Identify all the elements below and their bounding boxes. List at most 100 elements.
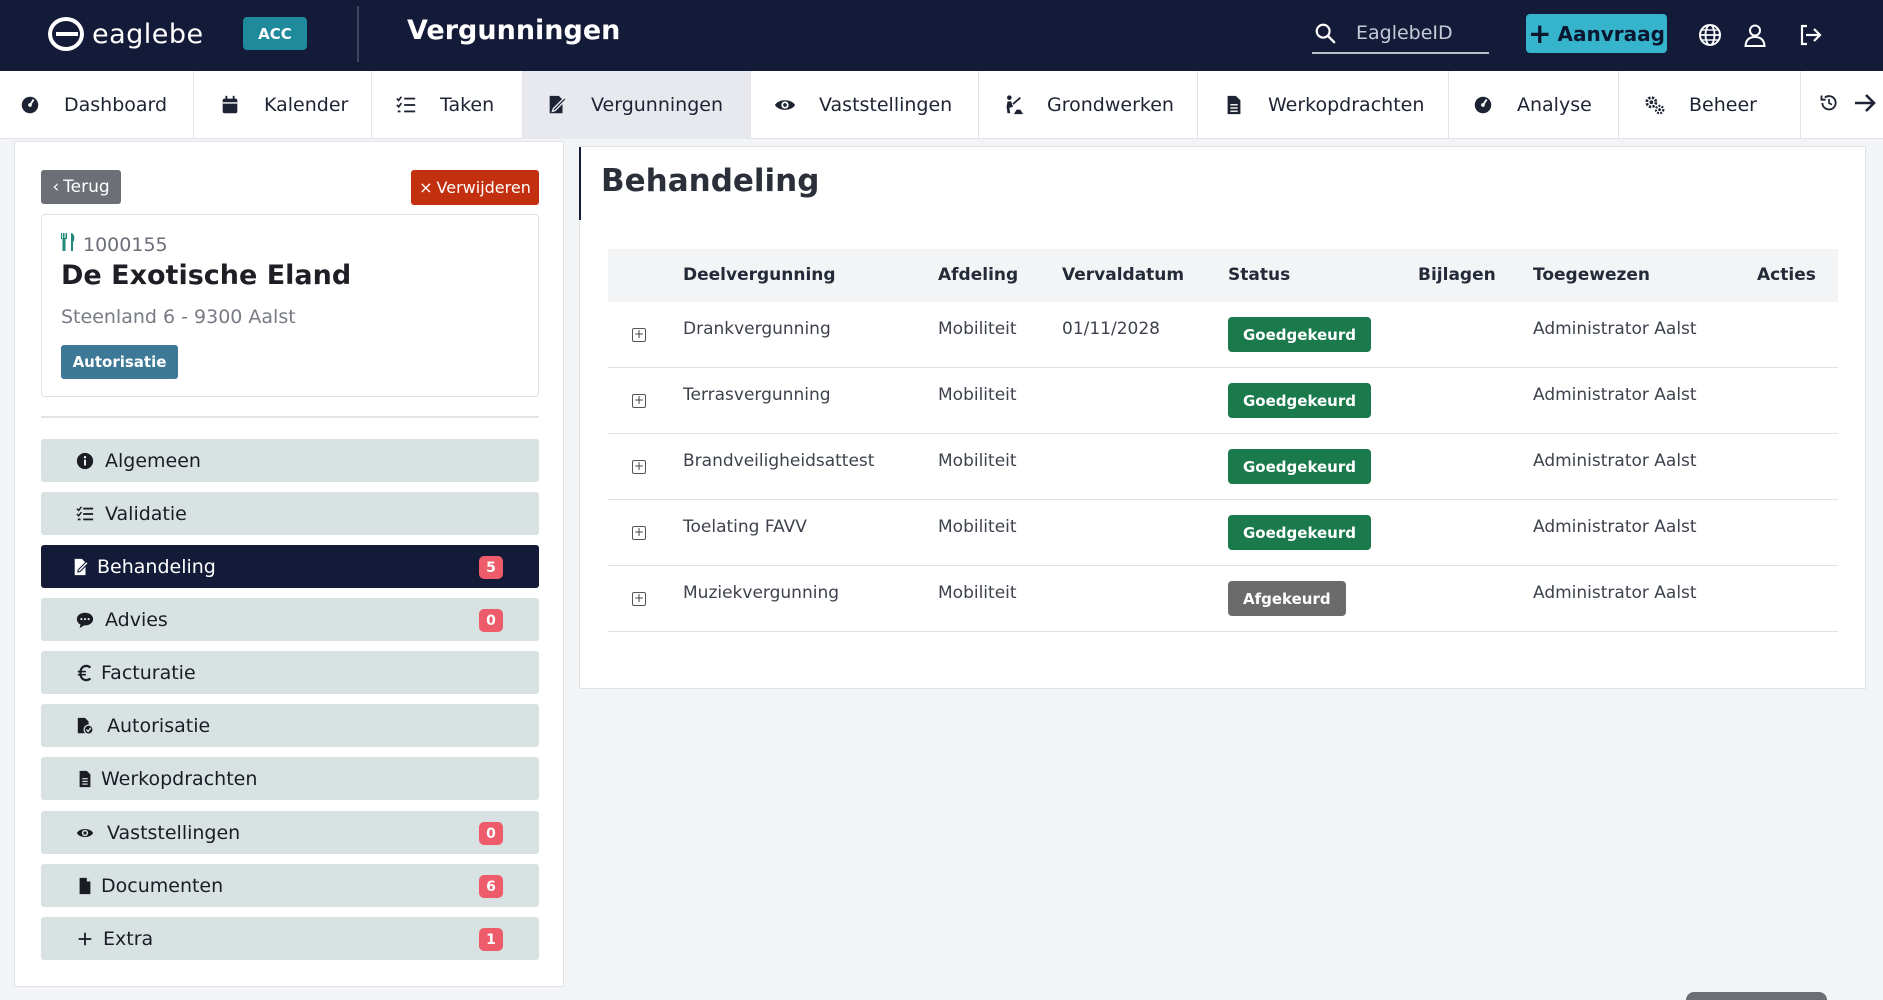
chevron-left-icon: ‹ [52, 177, 60, 197]
department: Mobiliteit [938, 451, 1017, 471]
autorisatie-tag[interactable]: Autorisatie [61, 345, 178, 379]
menu-label: Behandeling [97, 555, 216, 578]
status-badge: Goedgekeurd [1228, 317, 1371, 352]
environment-badge: ACC [243, 17, 307, 50]
analytics-icon [1471, 93, 1495, 117]
info-icon [75, 451, 95, 471]
nav-label: Vaststellingen [819, 94, 953, 116]
nav-label: Analyse [1517, 94, 1592, 116]
status-badge: Afgekeurd [1228, 581, 1346, 616]
back-label: Terug [63, 177, 110, 197]
assigned-to: Administrator Aalst [1533, 583, 1697, 603]
table-row[interactable]: + Brandveiligheidsattest Mobiliteit Goedgek… [608, 434, 1838, 500]
department: Mobiliteit [938, 583, 1017, 603]
subpermit-name: Brandveiligheidsattest [683, 451, 875, 471]
menu-label: Documenten [101, 874, 224, 897]
dossier-panel: ‹ Terug × Verwijderen 1000155 De Exotisc… [14, 141, 564, 987]
file-check-icon [75, 716, 95, 736]
delete-label: Verwijderen [436, 178, 531, 197]
file-icon [75, 876, 95, 896]
col-header[interactable]: Vervaldatum [1062, 265, 1184, 285]
table-row[interactable]: + Muziekvergunning Mobiliteit Afgekeurd Admi… [608, 566, 1838, 632]
dossier-address: Steenland 6 - 9300 Aalst [61, 306, 296, 328]
table-row[interactable]: + Terrasvergunning Mobiliteit Goedgekeurd Ad… [608, 368, 1838, 434]
col-header[interactable]: Bijlagen [1418, 265, 1496, 285]
eye-icon [75, 823, 95, 843]
nav-dashboard[interactable]: Dashboard [0, 71, 194, 139]
search-box [1312, 16, 1489, 54]
nav-vergunningen[interactable]: Vergunningen [523, 71, 751, 139]
subpermit-name: Terrasvergunning [683, 385, 831, 405]
col-header[interactable]: Afdeling [938, 265, 1018, 285]
behandeling-panel: Behandeling Deelvergunning Afdeling Verv… [579, 146, 1866, 689]
status-badge: Goedgekeurd [1228, 449, 1371, 484]
menu-advies[interactable]: Advies 0 [41, 598, 539, 641]
search-input[interactable] [1356, 20, 1486, 46]
eaglebe-logo[interactable]: eaglebe [48, 17, 204, 51]
expand-icon[interactable]: + [632, 460, 646, 474]
nav-taken[interactable]: Taken [372, 71, 523, 139]
col-header[interactable]: Toegewezen [1533, 265, 1650, 285]
arrow-right-icon[interactable] [1853, 92, 1877, 119]
topbar-divider [357, 6, 359, 62]
due-date: 01/11/2028 [1062, 319, 1160, 339]
menu-validatie[interactable]: Validatie [41, 492, 539, 535]
calendar-icon [218, 93, 242, 117]
file-edit-icon [71, 557, 91, 577]
dossier-card: 1000155 De Exotische Eland Steenland 6 -… [41, 214, 539, 397]
col-header[interactable]: Status [1228, 265, 1290, 285]
nav-label: Taken [440, 94, 495, 116]
menu-vaststellingen[interactable]: Vaststellingen 0 [41, 811, 539, 854]
menu-behandeling[interactable]: Behandeling 5 [41, 545, 539, 588]
nav-analyse[interactable]: Analyse [1449, 71, 1619, 139]
subpermit-name: Drankvergunning [683, 319, 831, 339]
assigned-to: Administrator Aalst [1533, 451, 1697, 471]
menu-autorisatie[interactable]: Autorisatie [41, 704, 539, 747]
back-button[interactable]: ‹ Terug [41, 170, 121, 204]
menu-documenten[interactable]: Documenten 6 [41, 864, 539, 907]
expand-icon[interactable]: + [632, 394, 646, 408]
menu-werkopdrachten[interactable]: Werkopdrachten [41, 757, 539, 800]
department: Mobiliteit [938, 517, 1017, 537]
col-header: Acties [1757, 265, 1816, 285]
utensils-icon [61, 233, 77, 256]
user-icon[interactable] [1740, 20, 1770, 50]
logo-text: eaglebe [92, 18, 204, 50]
comments-icon [75, 610, 95, 630]
nav-grondwerken[interactable]: Grondwerken [979, 71, 1198, 139]
new-request-label: Aanvraag [1557, 21, 1665, 46]
nav-werkopdrachten[interactable]: Werkopdrachten [1198, 71, 1449, 139]
col-header[interactable]: Deelvergunning [683, 265, 836, 285]
logout-icon[interactable] [1796, 20, 1826, 50]
delete-button[interactable]: × Verwijderen [411, 170, 539, 205]
count-badge: 6 [479, 875, 503, 898]
history-icon[interactable] [1819, 93, 1839, 118]
count-badge: 5 [479, 556, 503, 579]
expand-icon[interactable]: + [632, 526, 646, 540]
top-bar: eaglebe ACC Vergunningen + Aanvraag [0, 0, 1883, 71]
menu-label: Autorisatie [107, 714, 211, 737]
expand-icon[interactable]: + [632, 592, 646, 606]
plus-icon [75, 929, 95, 949]
search-icon[interactable] [1314, 22, 1336, 44]
subpermit-name: Toelating FAVV [683, 517, 807, 537]
table-row[interactable]: + Drankvergunning Mobiliteit 01/11/2028 Goed… [608, 302, 1838, 368]
module-title: Vergunningen [407, 15, 621, 46]
nav-beheer[interactable]: Beheer [1619, 71, 1801, 139]
new-request-button[interactable]: + Aanvraag [1526, 14, 1667, 53]
globe-icon[interactable] [1695, 20, 1725, 50]
dossier-number-text: 1000155 [83, 233, 168, 256]
menu-extra[interactable]: Extra 1 [41, 917, 539, 960]
section-accent [579, 147, 581, 220]
scroll-to-top-button[interactable] [1686, 992, 1827, 1000]
subpermits-table: Deelvergunning Afdeling Vervaldatum Stat… [608, 249, 1838, 632]
nav-vaststellingen[interactable]: Vaststellingen [751, 71, 979, 139]
menu-facturatie[interactable]: Facturatie [41, 651, 539, 694]
table-row[interactable]: + Toelating FAVV Mobiliteit Goedgekeurd Admi… [608, 500, 1838, 566]
digging-icon [1001, 93, 1025, 117]
nav-kalender[interactable]: Kalender [194, 71, 372, 139]
menu-label: Advies [105, 608, 168, 631]
menu-algemeen[interactable]: Algemeen [41, 439, 539, 482]
table-header: Deelvergunning Afdeling Vervaldatum Stat… [608, 249, 1838, 302]
expand-icon[interactable]: + [632, 328, 646, 342]
